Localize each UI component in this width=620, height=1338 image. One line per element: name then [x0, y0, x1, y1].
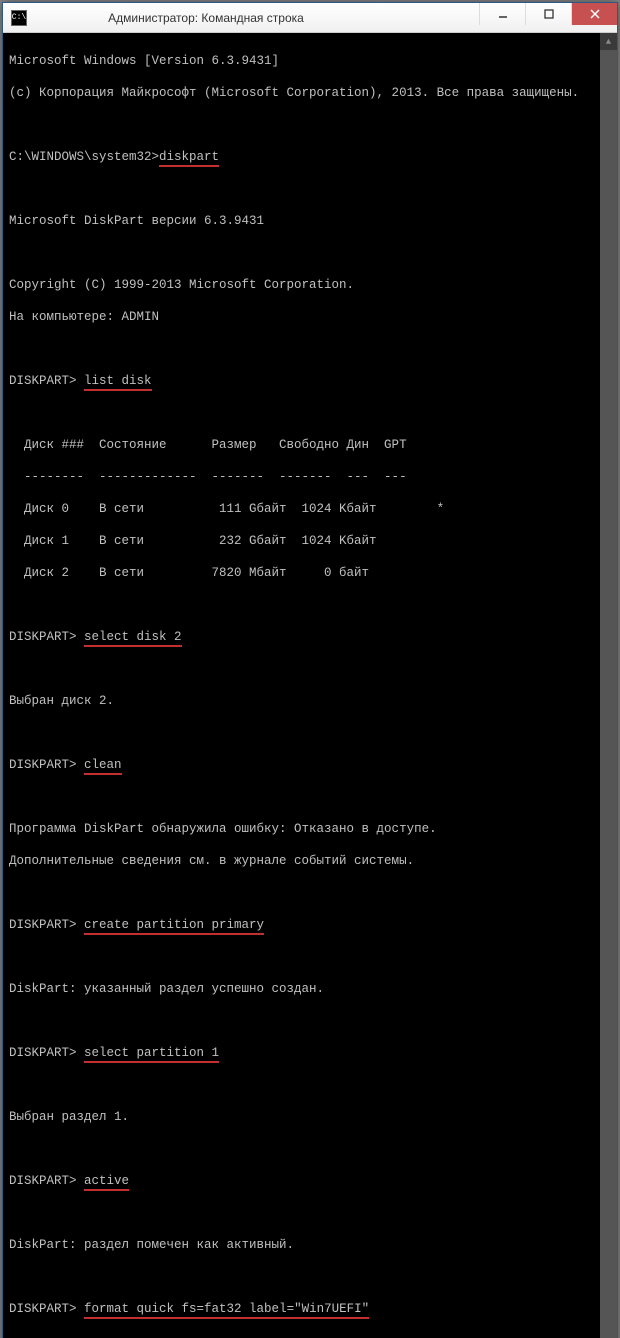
prompt-line: DISKPART> clean	[9, 757, 611, 773]
blank	[9, 1205, 611, 1221]
window-title: Администратор: Командная строка	[0, 11, 479, 25]
prompt: C:\WINDOWS\system32>	[9, 150, 159, 164]
cmd-list-disk: list disk	[84, 374, 152, 391]
scroll-track[interactable]	[600, 50, 617, 1338]
blank	[9, 245, 611, 261]
blank	[9, 181, 611, 197]
prompt-line: DISKPART> active	[9, 1173, 611, 1189]
cmd-window: C:\ Администратор: Командная строка Micr…	[2, 2, 618, 1338]
msg: Программа DiskPart обнаружила ошибку: От…	[9, 821, 611, 837]
prompt: DISKPART>	[9, 758, 77, 772]
maximize-button[interactable]	[525, 3, 571, 25]
msg: Дополнительные сведения см. в журнале со…	[9, 853, 611, 869]
table-row: Диск 1 В сети 232 Gбайт 1024 Kбайт	[9, 533, 611, 549]
prompt: DISKPART>	[9, 630, 77, 644]
msg: DiskPart: раздел помечен как активный.	[9, 1237, 611, 1253]
terminal-area[interactable]: Microsoft Windows [Version 6.3.9431] (c)…	[3, 33, 617, 1338]
cmd-format: format quick fs=fat32 label="Win7UEFI"	[84, 1302, 369, 1319]
header-line: Microsoft Windows [Version 6.3.9431]	[9, 53, 611, 69]
msg: DiskPart: указанный раздел успешно созда…	[9, 981, 611, 997]
blank	[9, 885, 611, 901]
blank	[9, 597, 611, 613]
blank	[9, 1077, 611, 1093]
blank	[9, 1013, 611, 1029]
window-buttons	[479, 3, 617, 32]
blank	[9, 661, 611, 677]
titlebar[interactable]: C:\ Администратор: Командная строка	[3, 3, 617, 33]
cmd-diskpart: diskpart	[159, 150, 219, 167]
cmd-select-disk: select disk 2	[84, 630, 182, 647]
diskpart-version: Microsoft DiskPart версии 6.3.9431	[9, 213, 611, 229]
scroll-thumb[interactable]	[600, 50, 617, 1338]
msg: Выбран диск 2.	[9, 693, 611, 709]
table-row: Диск 2 В сети 7820 Mбайт 0 байт	[9, 565, 611, 581]
prompt-line: DISKPART> select disk 2	[9, 629, 611, 645]
scrollbar[interactable]: ▲ ▼	[600, 33, 617, 1338]
blank	[9, 405, 611, 421]
prompt: DISKPART>	[9, 1046, 77, 1060]
cmd-create-partition: create partition primary	[84, 918, 264, 935]
prompt-line: DISKPART> select partition 1	[9, 1045, 611, 1061]
computer-line: На компьютере: ADMIN	[9, 309, 611, 325]
blank	[9, 789, 611, 805]
copyright-line: Copyright (C) 1999-2013 Microsoft Corpor…	[9, 277, 611, 293]
prompt-line: DISKPART> list disk	[9, 373, 611, 389]
cmd-active: active	[84, 1174, 129, 1191]
close-button[interactable]	[571, 3, 617, 25]
blank	[9, 117, 611, 133]
cmd-icon: C:\	[11, 10, 27, 26]
cmd-clean: clean	[84, 758, 122, 775]
prompt: DISKPART>	[9, 918, 77, 932]
msg: Выбран раздел 1.	[9, 1109, 611, 1125]
blank	[9, 1141, 611, 1157]
table-row: Диск 0 В сети 111 Gбайт 1024 Kбайт *	[9, 501, 611, 517]
prompt: DISKPART>	[9, 374, 77, 388]
scroll-up-button[interactable]: ▲	[600, 33, 617, 50]
cmd-select-partition: select partition 1	[84, 1046, 219, 1063]
header-line: (c) Корпорация Майкрософт (Microsoft Cor…	[9, 85, 611, 101]
prompt-line: DISKPART> create partition primary	[9, 917, 611, 933]
table-header: Диск ### Состояние Размер Свободно Дин G…	[9, 437, 611, 453]
blank	[9, 1269, 611, 1285]
prompt-line: DISKPART> format quick fs=fat32 label="W…	[9, 1301, 611, 1317]
prompt: DISKPART>	[9, 1174, 77, 1188]
prompt: DISKPART>	[9, 1302, 77, 1316]
blank	[9, 1333, 611, 1338]
blank	[9, 949, 611, 965]
blank	[9, 341, 611, 357]
table-sep: -------- ------------- ------- ------- -…	[9, 469, 611, 485]
minimize-button[interactable]	[479, 3, 525, 25]
prompt-line: C:\WINDOWS\system32>diskpart	[9, 149, 611, 165]
blank	[9, 725, 611, 741]
